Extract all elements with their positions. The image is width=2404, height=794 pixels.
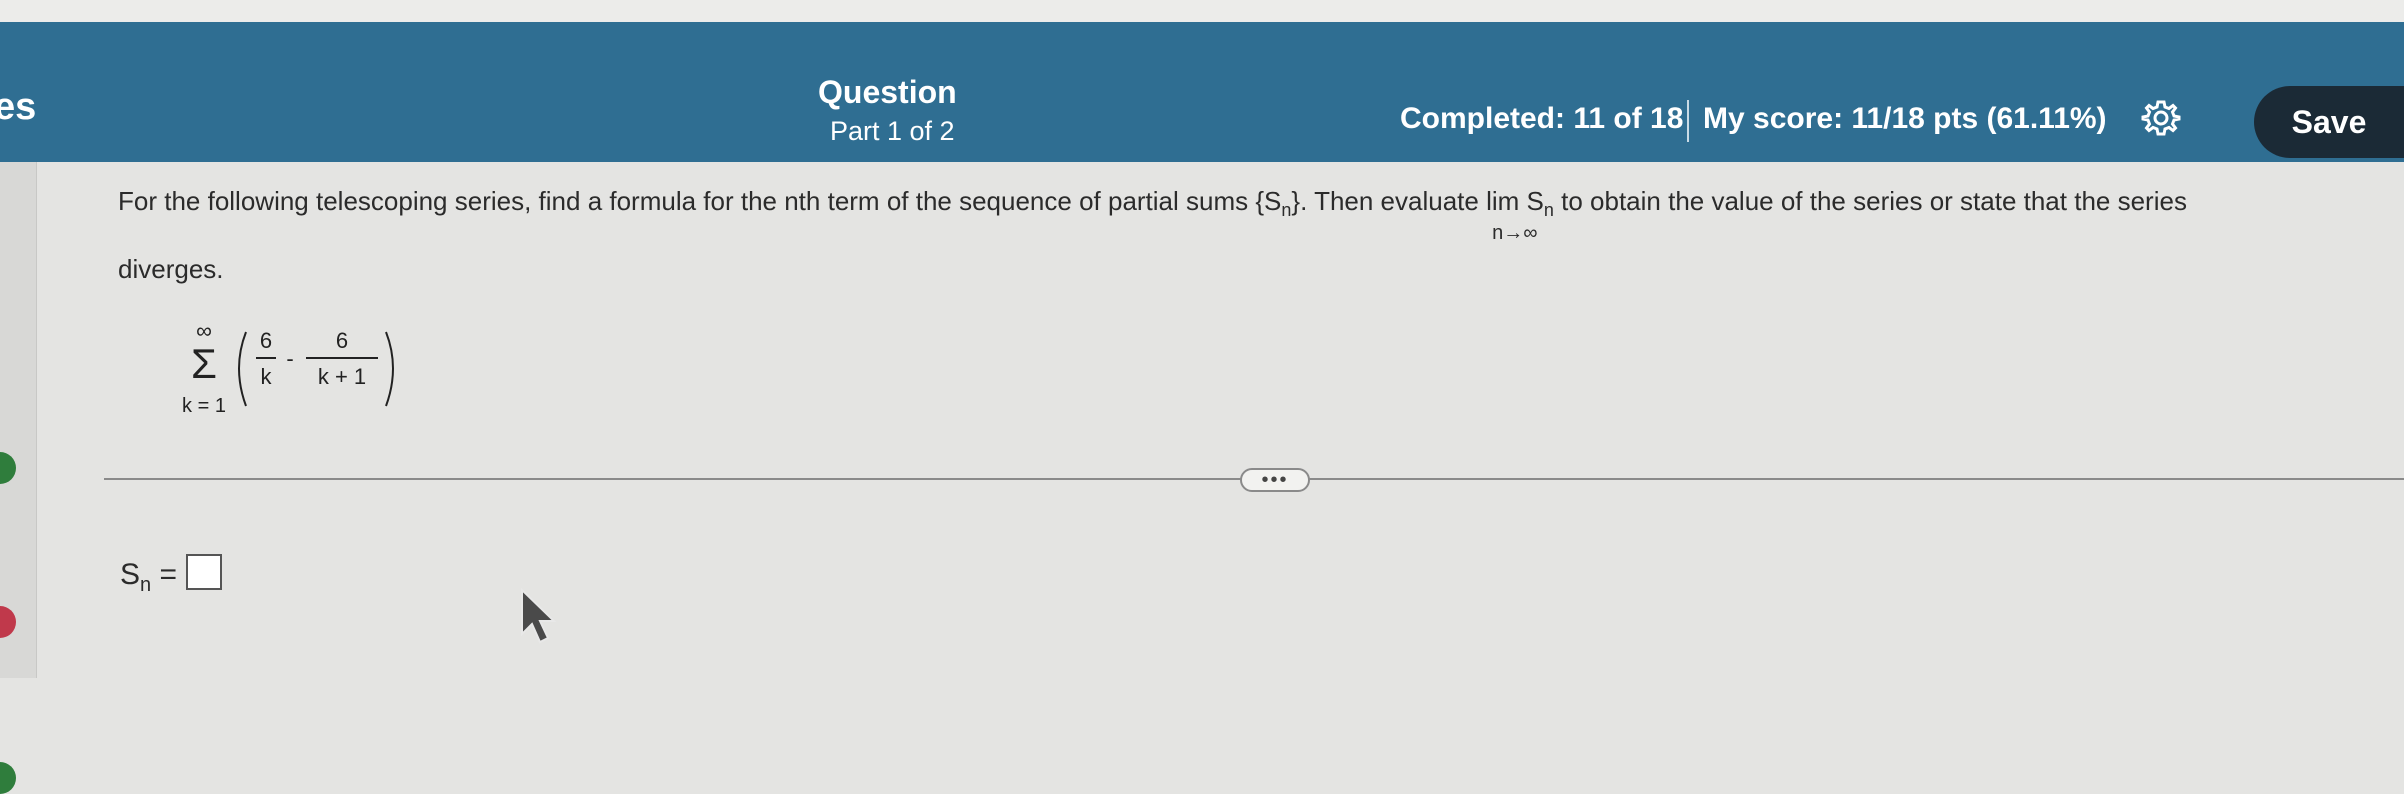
fraction2-numerator: 6 [336,328,348,353]
answer-S-sub: n [140,574,152,596]
mouse-cursor-icon [521,588,557,644]
completed-status: Completed: 11 of 18 [1400,102,1684,135]
status-incorrect-icon[interactable] [0,606,16,638]
question-header: es Question Part 1 of 2 Completed: 11 of… [0,22,2404,162]
question-sidebar [0,162,37,794]
answer-input-box[interactable] [186,554,222,590]
fraction1-denominator: k [261,364,273,389]
top-strip [0,0,2404,22]
answer-label: Sn = [120,558,177,597]
question-text-part2: }. Then evaluate [1291,186,1487,216]
header-left-partial-text: es [0,86,37,128]
minus-sign: - [286,346,293,371]
right-paren [385,331,394,407]
fraction1-numerator: 6 [260,328,272,353]
header-divider [1687,100,1689,142]
my-score: My score: 11/18 pts (61.11%) [1703,102,2107,135]
fraction2-denominator: k + 1 [318,364,366,389]
status-correct-icon[interactable] [0,762,16,794]
question-part: Part 1 of 2 [830,116,955,146]
lim-under: n→∞ [1492,222,1538,244]
question-text-part3: to obtain the value of the series or sta… [1561,186,2187,216]
answer-S: S [120,558,141,591]
question-text-line2: diverges. [118,254,224,284]
question-title: Question [818,74,957,110]
lim-word: lim [1486,186,1520,216]
gear-icon[interactable] [2141,98,2181,138]
question-text-part1: For the following telescoping series, fi… [118,186,1282,216]
series-expression: ∞ Σ k = 1 6 k - 6 k + 1 [182,318,394,417]
answer-equals: = [159,558,178,591]
status-correct-icon[interactable] [0,452,16,484]
expand-more-button[interactable]: ••• [1240,468,1310,492]
question-sub-n: n [1281,200,1292,221]
left-paren [238,331,247,407]
question-text: For the following telescoping series, fi… [118,186,2187,244]
limit-expression: lim Sn n→∞ [1486,186,1554,244]
sum-lower-limit: k = 1 [182,395,226,417]
lim-S-sub: n [1543,200,1554,221]
sigma-symbol: Σ [191,340,217,387]
lim-S: S [1526,186,1544,216]
save-button[interactable]: Save [2254,86,2404,158]
